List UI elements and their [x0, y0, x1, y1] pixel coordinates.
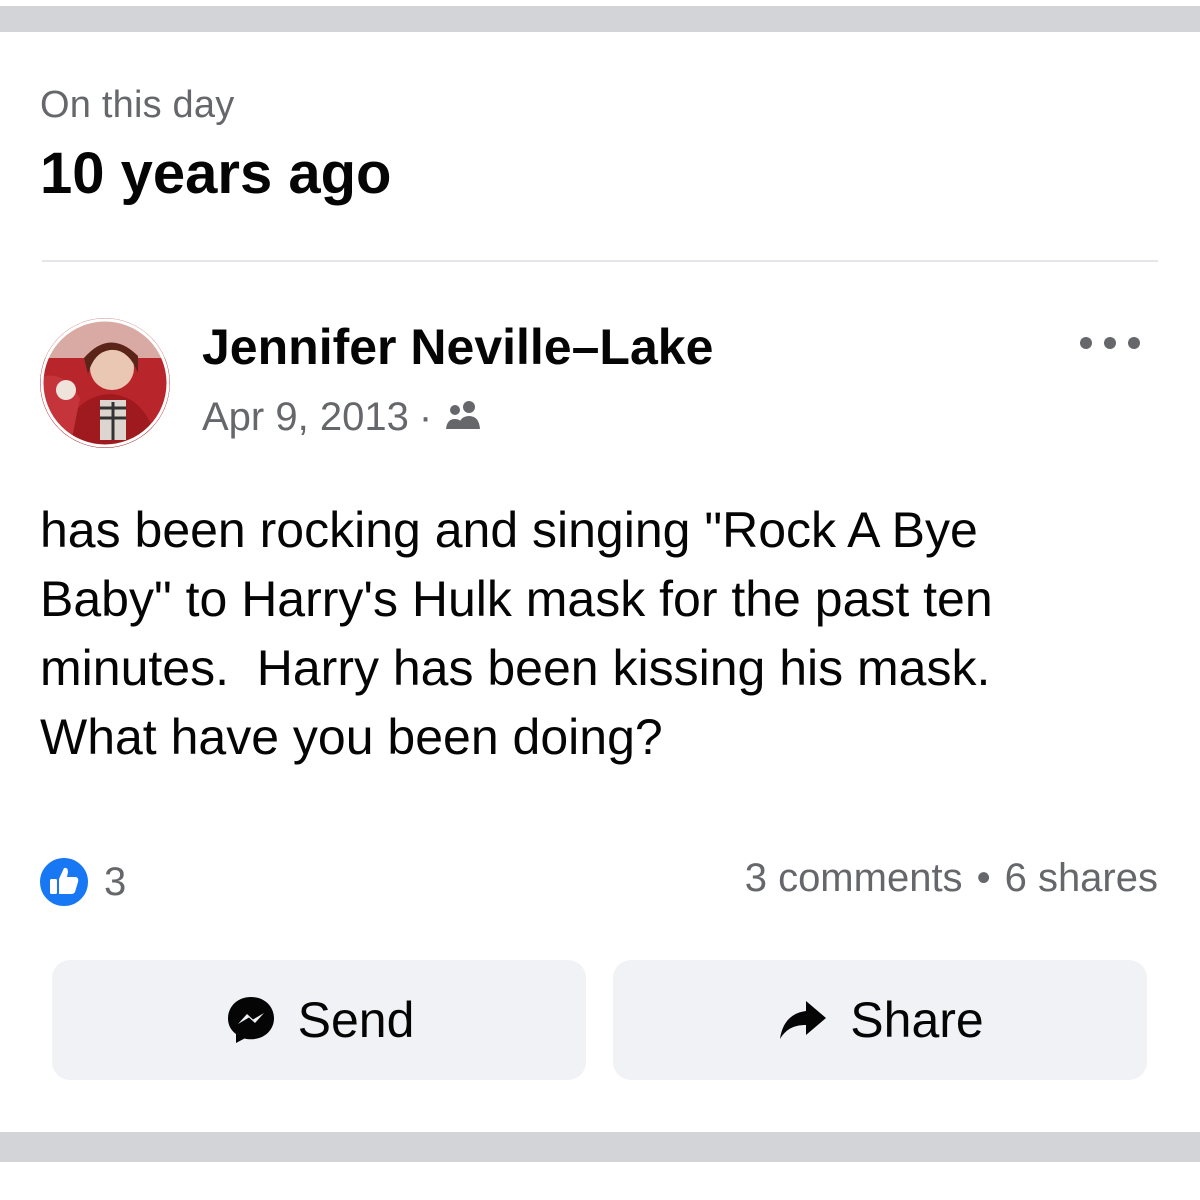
avatar[interactable]: [40, 318, 170, 448]
share-button[interactable]: Share: [613, 960, 1147, 1080]
comments-count-link[interactable]: 3 comments: [745, 856, 963, 901]
memory-card: On this day 10 years ago Jennifer Nevill…: [0, 0, 1200, 1200]
post-meta: Apr 9, 2013 ·: [202, 392, 486, 442]
engagement-separator: •: [976, 856, 991, 900]
post-text-line: minutes. Harry has been kissing his mask…: [40, 640, 991, 696]
shares-count-link[interactable]: 6 shares: [1005, 856, 1158, 901]
reactions-summary[interactable]: 3: [38, 856, 126, 908]
post-date[interactable]: Apr 9, 2013: [202, 395, 409, 440]
post-text-line: has been rocking and singing "Rock A Bye: [40, 502, 978, 558]
friends-icon[interactable]: [442, 399, 486, 435]
share-arrow-icon: [776, 993, 830, 1047]
memory-kicker: On this day: [40, 84, 235, 126]
memory-heading: 10 years ago: [40, 141, 392, 206]
like-count: 3: [104, 859, 127, 904]
top-divider-band: [0, 0, 1200, 32]
share-label: Share: [850, 992, 984, 1048]
header-divider: [42, 260, 1158, 262]
send-button[interactable]: Send: [52, 960, 586, 1080]
author-name[interactable]: Jennifer Neville–Lake: [202, 318, 713, 376]
send-label: Send: [297, 992, 415, 1048]
more-options-icon[interactable]: [1080, 328, 1140, 358]
messenger-icon: [224, 993, 278, 1047]
post-text-line: Baby" to Harry's Hulk mask for the past …: [40, 571, 993, 627]
post-text: has been rocking and singing "Rock A Bye…: [40, 496, 1160, 772]
meta-separator: ·: [418, 394, 433, 439]
like-reaction-icon: [38, 856, 90, 908]
post-text-line: What have you been doing?: [40, 709, 663, 765]
bottom-divider-band: [0, 1132, 1200, 1162]
engagement-summary: 3 comments • 6 shares: [745, 856, 1158, 901]
